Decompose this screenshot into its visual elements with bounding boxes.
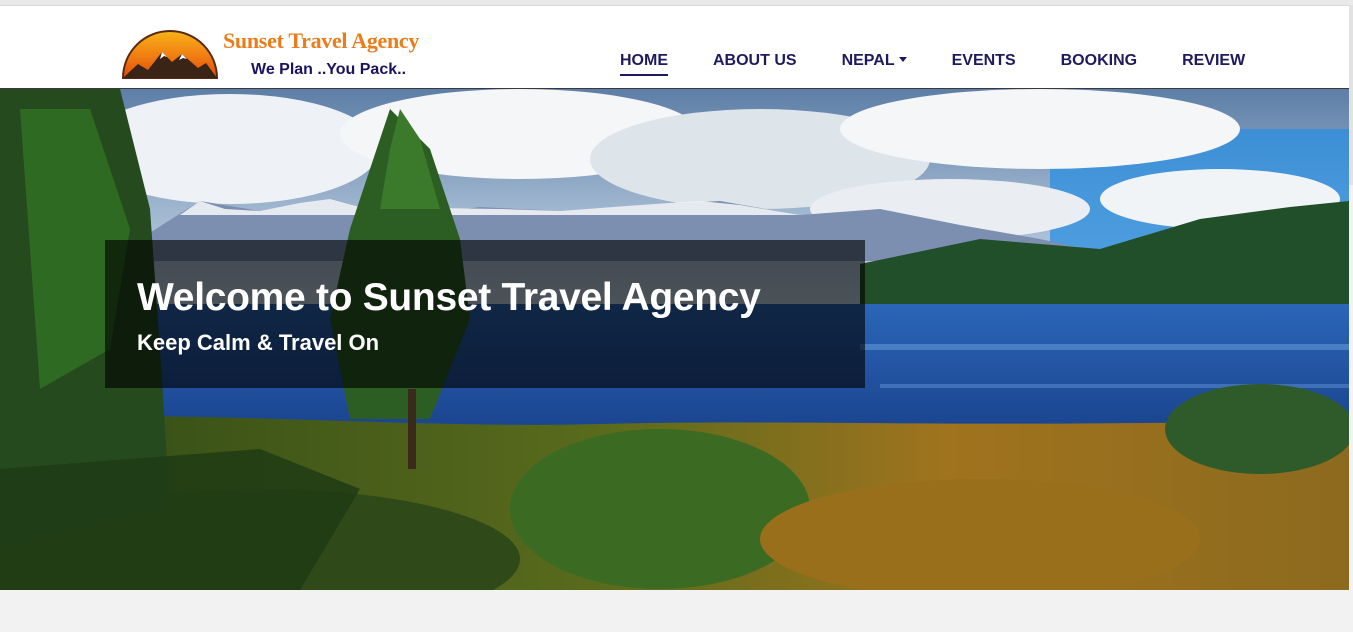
scrollbar[interactable] [1349,5,1353,185]
hero-subtitle: Keep Calm & Travel On [137,330,380,355]
nav-nepal-dropdown[interactable]: NEPAL [842,52,907,76]
caret-down-icon [898,57,907,62]
nav-events[interactable]: EVENTS [952,52,1016,76]
sunset-mountain-logo-icon [121,30,219,79]
hero-title: Welcome to Sunset Travel Agency [137,276,761,319]
page-below-hero [0,590,1353,632]
nav-review[interactable]: REVIEW [1182,52,1245,76]
brand-tagline: We Plan ..You Pack.. [251,61,407,78]
hero-caption: Welcome to Sunset Travel Agency Keep Cal… [105,240,865,388]
brand-name: Sunset Travel Agency [223,28,420,53]
nav-home[interactable]: HOME [620,52,668,76]
brand[interactable]: Sunset Travel Agency We Plan ..You Pack.… [120,16,440,84]
hero-banner: Welcome to Sunset Travel Agency Keep Cal… [0,89,1349,590]
nav-nepal-label: NEPAL [841,52,895,69]
nav-booking[interactable]: BOOKING [1061,52,1137,76]
main-nav: HOME ABOUT US NEPAL EVENTS BOOKING REVIE… [620,52,1290,76]
site-header: Sunset Travel Agency We Plan ..You Pack.… [0,6,1349,89]
nav-about-us[interactable]: ABOUT US [713,52,797,76]
